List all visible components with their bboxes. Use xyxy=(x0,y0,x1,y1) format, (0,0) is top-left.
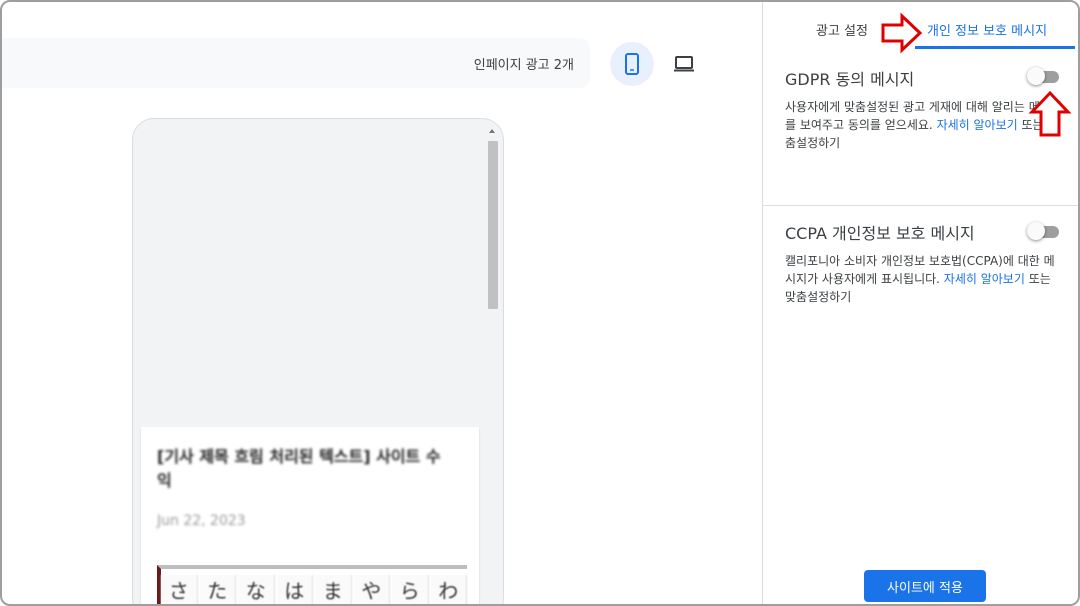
ccpa-title: CCPA 개인정보 보호 메시지 xyxy=(785,224,975,243)
gdpr-description: 사용자에게 맞춤설정된 광고 게재에 대해 알리는 메시지를 보여주고 동의를 … xyxy=(785,98,1063,152)
ccpa-section: CCPA 개인정보 보호 메시지 캘리포니아 소비자 개인정보 보호법(CCPA… xyxy=(763,206,1078,336)
mobile-preview-frame[interactable]: [기사 제목 흐림 처리된 텍스트] 사이트 수익 Jun 22, 2023 さ… xyxy=(132,118,504,604)
apply-to-site-button[interactable]: 사이트에 적용 xyxy=(864,570,986,602)
gdpr-toggle[interactable] xyxy=(1027,67,1061,85)
article-card: [기사 제목 흐림 처리된 텍스트] 사이트 수익 Jun 22, 2023 さ… xyxy=(141,427,479,604)
up-arrow-annotation-icon xyxy=(1028,90,1072,137)
window-frame: 인페이지 광고 2개 [기사 제목 흐림 처리된 텍스트] 사이트 수익 Jun… xyxy=(0,0,1080,606)
article-date: Jun 22, 2023 xyxy=(157,513,246,529)
ccpa-learn-more-link[interactable]: 자세히 알아보기 xyxy=(944,272,1025,286)
toggle-knob xyxy=(1027,67,1045,85)
article-title: [기사 제목 흐림 처리된 텍스트] 사이트 수익 xyxy=(157,447,441,490)
scroll-thumb[interactable] xyxy=(488,141,498,309)
desktop-preview-button[interactable] xyxy=(662,42,706,86)
smartphone-icon xyxy=(625,53,639,75)
laptop-icon xyxy=(674,56,694,72)
ad-count-label: 인페이지 광고 2개 xyxy=(473,58,574,73)
tab-privacy-messages[interactable]: 개인 정보 보호 메시지 xyxy=(927,20,1047,39)
gdpr-title: GDPR 동의 메시지 xyxy=(785,70,915,89)
ccpa-toggle[interactable] xyxy=(1027,222,1061,240)
kana-cell: ま xyxy=(315,575,352,604)
right-arrow-annotation-icon xyxy=(881,12,923,54)
gdpr-learn-more-link[interactable]: 자세히 알아보기 xyxy=(937,118,1018,132)
kana-cell: ら xyxy=(392,575,429,604)
mobile-preview-button[interactable] xyxy=(610,42,654,86)
article-image: さ た な は ま や ら わ xyxy=(157,565,467,604)
kana-cell: た xyxy=(199,575,236,604)
preview-toolbar: 인페이지 광고 2개 xyxy=(2,38,590,88)
preview-scrollbar[interactable] xyxy=(488,125,501,604)
kana-cell: や xyxy=(353,575,390,604)
toggle-knob xyxy=(1027,222,1045,240)
kana-cell: は xyxy=(276,575,313,604)
ccpa-description: 캘리포니아 소비자 개인정보 보호법(CCPA)에 대한 메시지가 사용자에게 … xyxy=(785,252,1063,306)
tab-ad-settings[interactable]: 광고 설정 xyxy=(816,20,868,39)
active-tab-indicator xyxy=(915,46,1075,49)
scroll-up-arrow-icon[interactable] xyxy=(489,129,495,133)
kana-cell: な xyxy=(238,575,275,604)
kana-cell: さ xyxy=(161,575,198,604)
kana-cell: わ xyxy=(430,575,467,604)
gdpr-description-text: 사용자에게 맞춤설정된 광고 게재에 대해 알리는 메시지를 보여주고 동의를 … xyxy=(785,100,1062,132)
